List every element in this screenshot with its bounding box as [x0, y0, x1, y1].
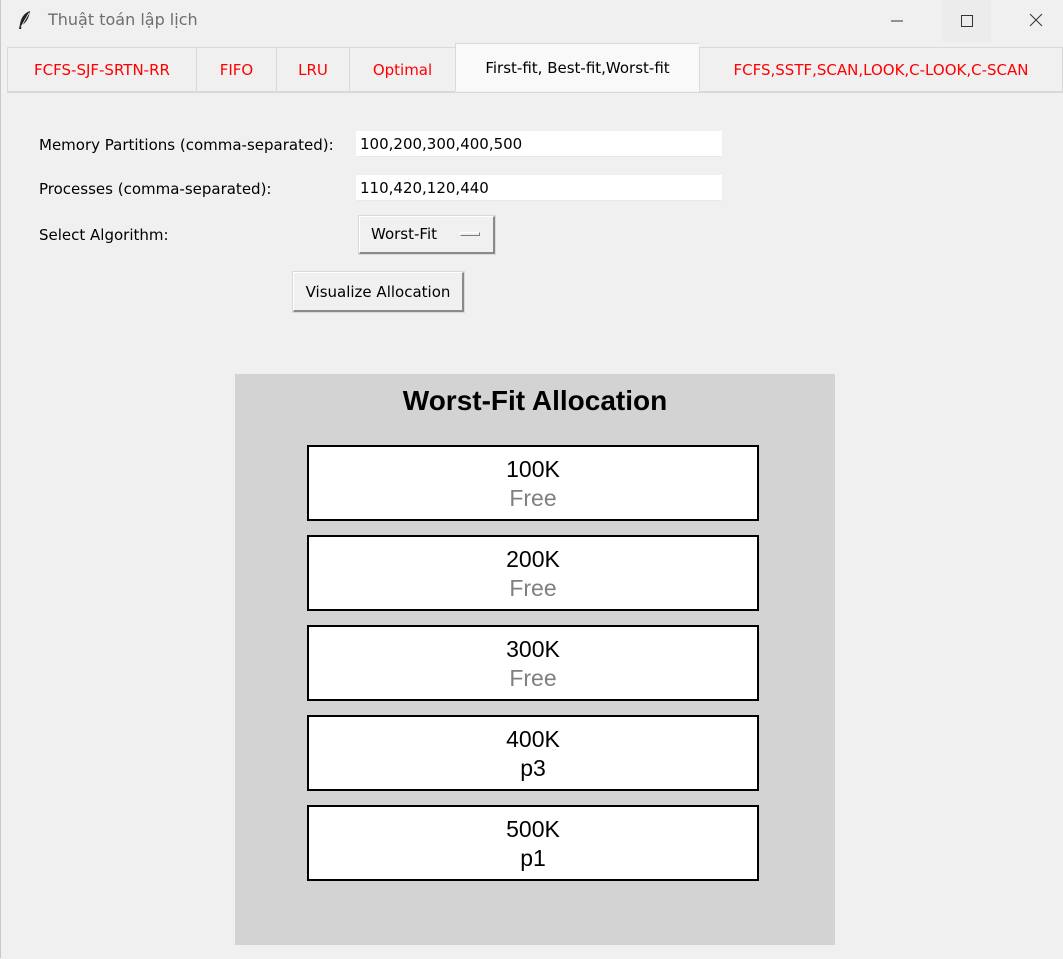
feather-icon: [18, 10, 32, 30]
block-status: Free: [509, 575, 557, 601]
tab-fifo[interactable]: FIFO: [196, 47, 276, 92]
block-size: 300K: [506, 636, 560, 662]
title-bar[interactable]: Thuật toán lập lịch: [1, 0, 1063, 42]
block-status: Free: [509, 665, 557, 691]
block-size: 100K: [506, 456, 560, 482]
block-size: 400K: [506, 726, 560, 752]
algorithm-label: Select Algorithm:: [39, 226, 169, 244]
memory-block: 100K Free: [307, 445, 759, 521]
block-size: 200K: [506, 546, 560, 572]
tab-first-best-worst-fit[interactable]: First-fit, Best-fit,Worst-fit: [455, 43, 699, 91]
maximize-button[interactable]: [942, 0, 991, 42]
option-menu-indicator-icon: [460, 232, 480, 236]
partitions-label: Memory Partitions (comma-separated):: [39, 136, 334, 154]
memory-block: 400K p3: [307, 715, 759, 791]
tab-fcfs-sjf-srtn-rr[interactable]: FCFS-SJF-SRTN-RR: [7, 47, 196, 92]
processes-label: Processes (comma-separated):: [39, 180, 272, 198]
close-button[interactable]: [1013, 0, 1059, 42]
tab-optimal[interactable]: Optimal: [349, 47, 455, 92]
close-icon: [1029, 12, 1043, 31]
block-size: 500K: [506, 816, 560, 842]
tab-lru[interactable]: LRU: [276, 47, 349, 92]
minimize-icon: [891, 12, 903, 31]
block-status: p3: [520, 755, 546, 781]
canvas-title: Worst-Fit Allocation: [402, 385, 668, 416]
partitions-input[interactable]: 100,200,300,400,500: [356, 131, 722, 157]
algorithm-select-value: Worst-Fit: [371, 225, 437, 243]
minimize-button[interactable]: [874, 0, 920, 42]
memory-block: 300K Free: [307, 625, 759, 701]
app-window: Thuật toán lập lịch FCFS-SJF-SRTN-RR FIF…: [0, 0, 1063, 959]
memory-block: 200K Free: [307, 535, 759, 611]
tab-disk-scheduling[interactable]: FCFS,SSTF,SCAN,LOOK,C-LOOK,C-SCAN: [699, 47, 1063, 92]
block-status: Free: [509, 485, 557, 511]
window-title: Thuật toán lập lịch: [48, 10, 198, 29]
algorithm-select[interactable]: Worst-Fit: [358, 215, 496, 255]
tab-bar: FCFS-SJF-SRTN-RR FIFO LRU Optimal First-…: [7, 43, 1063, 93]
allocation-canvas: Worst-Fit Allocation 100K Free 200K Free…: [235, 374, 835, 945]
visualize-allocation-button[interactable]: Visualize Allocation: [292, 271, 465, 313]
memory-block: 500K p1: [307, 805, 759, 881]
block-status: p1: [520, 845, 546, 871]
processes-input[interactable]: 110,420,120,440: [356, 175, 722, 201]
maximize-icon: [960, 12, 973, 31]
